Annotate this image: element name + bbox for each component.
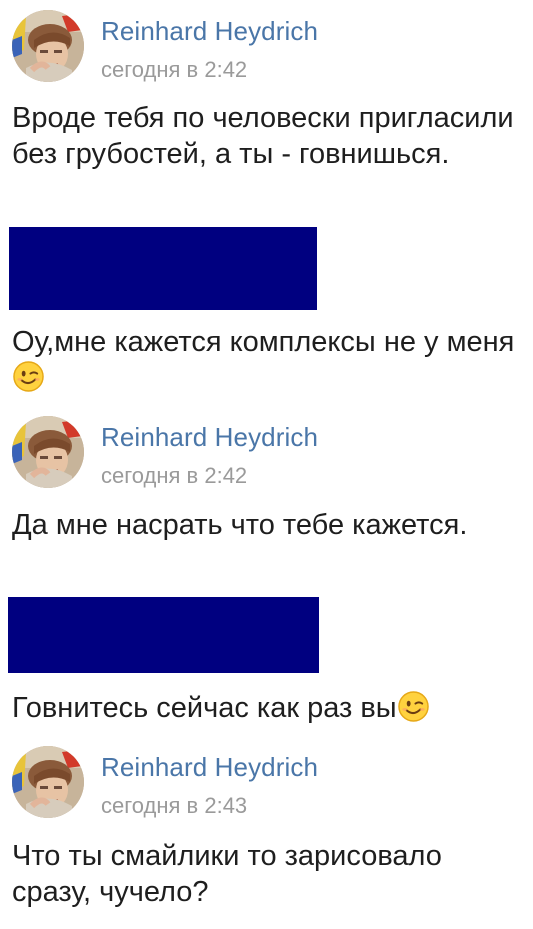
message-header: Reinhard Heydrich сегодня в 2:43 xyxy=(0,740,533,820)
message-text: Оу,мне кажется комплексы не у меня xyxy=(12,324,517,396)
message-text: Вроде тебя по человески пригласили без г… xyxy=(12,102,514,170)
message-header: Reinhard Heydrich сегодня в 2:42 xyxy=(0,4,533,84)
author-name[interactable]: Reinhard Heydrich xyxy=(101,16,318,47)
timestamp: сегодня в 2:42 xyxy=(101,463,248,488)
user-avatar-icon xyxy=(12,10,84,82)
timestamp: сегодня в 2:43 xyxy=(101,793,248,818)
winking-face-emoji-icon xyxy=(13,361,44,392)
author-name[interactable]: Reinhard Heydrich xyxy=(101,422,318,453)
message-text: Да мне насрать что тебе кажется. xyxy=(12,509,468,541)
message-text-content: Оу,мне кажется комплексы не у меня xyxy=(12,326,515,358)
redacted-avatar-block xyxy=(9,227,317,310)
avatar[interactable] xyxy=(12,746,84,818)
message-header: Reinhard Heydrich сегодня в 2:42 xyxy=(0,410,533,490)
timestamp: сегодня в 2:42 xyxy=(101,57,248,82)
user-avatar-icon xyxy=(12,746,84,818)
message-text-content: Говнитесь сейчас как раз вы xyxy=(12,692,397,724)
user-avatar-icon xyxy=(12,416,84,488)
avatar[interactable] xyxy=(12,416,84,488)
winking-face-emoji-icon xyxy=(398,691,429,722)
author-name[interactable]: Reinhard Heydrich xyxy=(101,752,318,783)
message-text: Что ты смайлики то зарисовало сразу, чуч… xyxy=(12,840,442,908)
avatar[interactable] xyxy=(12,10,84,82)
message-text: Говнитесь сейчас как раз вы xyxy=(12,690,517,726)
redacted-avatar-block xyxy=(8,597,319,673)
